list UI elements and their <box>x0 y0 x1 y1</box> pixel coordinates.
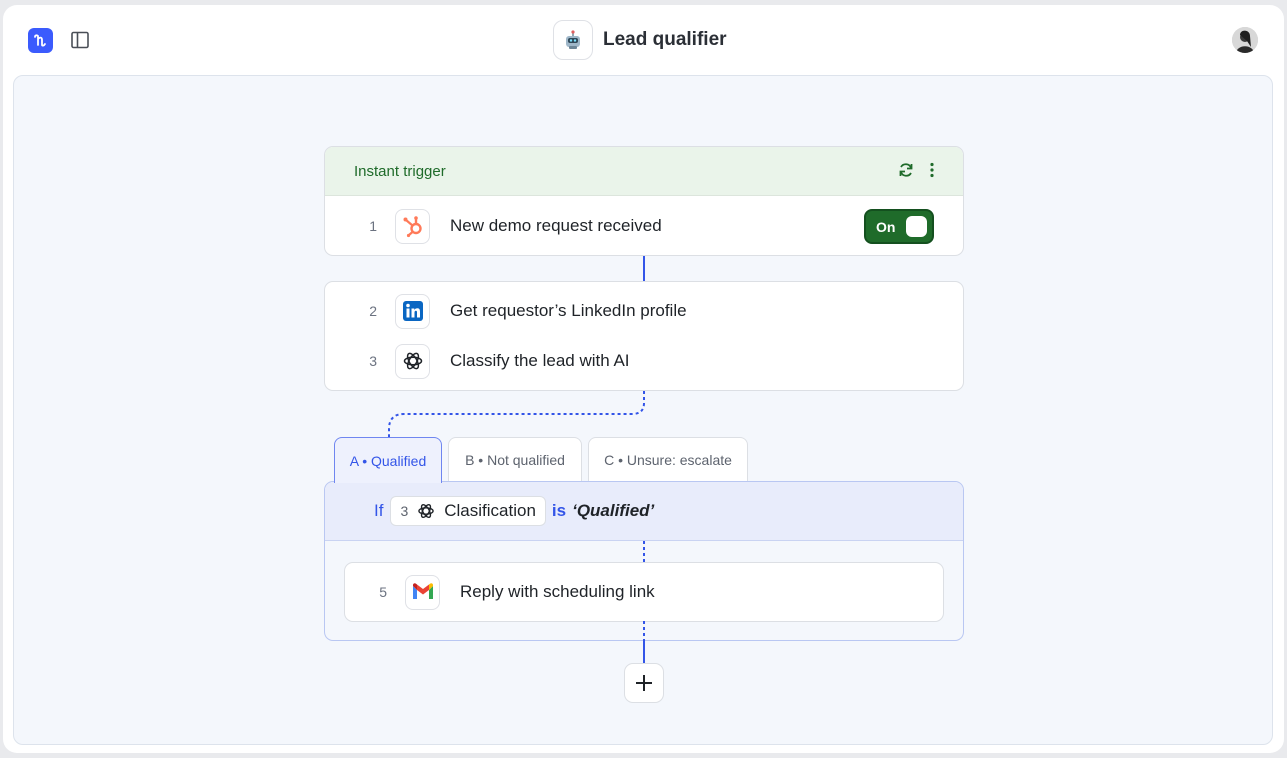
step-card-5[interactable]: 5 Reply with scheduling link <box>344 562 944 622</box>
actions-card: 2 Get requestor’s LinkedIn profile 3 Cla… <box>324 281 964 391</box>
trigger-label: Instant trigger <box>354 162 446 180</box>
branch-connector <box>388 391 645 439</box>
hubspot-icon <box>395 208 430 244</box>
condition-if: If <box>374 501 384 520</box>
more-vertical-icon[interactable] <box>929 162 935 178</box>
plus-icon <box>636 675 652 691</box>
reference-label: Clasification <box>444 501 536 520</box>
condition-reference[interactable]: 3 Clasification <box>390 496 546 526</box>
connector-line <box>643 256 645 281</box>
toggle-label: On <box>876 218 896 235</box>
step-number: 2 <box>369 303 377 319</box>
refresh-icon[interactable] <box>897 161 915 179</box>
dashed-connector <box>643 541 645 562</box>
step-row-5: 5 Reply with scheduling link <box>365 572 655 612</box>
step-number: 5 <box>379 584 387 600</box>
workflow-logo-icon[interactable] <box>28 28 53 53</box>
condition-bar[interactable]: If 3 Clasification is ‘Qualified’ <box>325 482 963 541</box>
app-window: Lead qualifier Instant trigger 1 New dem… <box>3 5 1284 753</box>
trigger-toggle[interactable]: On <box>864 209 934 244</box>
gmail-icon <box>405 574 440 610</box>
robot-icon <box>553 20 593 60</box>
page-title: Lead qualifier <box>603 29 727 50</box>
step-number: 3 <box>369 353 377 369</box>
connector-line <box>643 641 645 663</box>
branch-card: If 3 Clasification is ‘Qualified’ 5 Repl… <box>324 481 964 641</box>
add-step-button[interactable] <box>624 663 664 703</box>
trigger-header: Instant trigger <box>325 147 963 196</box>
step-row-3[interactable]: 3 Classify the lead with AI <box>355 341 630 381</box>
openai-icon <box>416 501 436 521</box>
step-number: 1 <box>369 218 377 234</box>
trigger-card: Instant trigger 1 New demo request recei… <box>324 146 964 256</box>
step-label: New demo request received <box>450 216 662 235</box>
openai-icon <box>395 343 430 379</box>
step-label: Reply with scheduling link <box>460 582 655 601</box>
tab-qualified[interactable]: A • Qualified <box>334 437 442 483</box>
tab-unsure-escalate[interactable]: C • Unsure: escalate <box>588 437 748 482</box>
toggle-knob <box>906 216 927 237</box>
reference-number: 3 <box>400 503 409 519</box>
user-avatar[interactable] <box>1232 27 1258 53</box>
dashed-connector <box>643 621 645 641</box>
linkedin-icon <box>395 293 430 329</box>
page-title-group: Lead qualifier <box>553 20 727 60</box>
sidebar-panel-icon[interactable] <box>69 29 91 51</box>
top-bar: Lead qualifier <box>3 5 1284 75</box>
step-row-2[interactable]: 2 Get requestor’s LinkedIn profile <box>355 291 687 331</box>
condition-value: ‘Qualified’ <box>572 501 655 520</box>
tab-not-qualified[interactable]: B • Not qualified <box>448 437 582 482</box>
step-label: Classify the lead with AI <box>450 351 630 370</box>
workflow-canvas: Instant trigger 1 New demo request recei… <box>13 75 1273 745</box>
step-row-1[interactable]: 1 New demo request received <box>355 206 662 246</box>
condition-operator: is <box>551 501 567 520</box>
step-label: Get requestor’s LinkedIn profile <box>450 301 687 320</box>
